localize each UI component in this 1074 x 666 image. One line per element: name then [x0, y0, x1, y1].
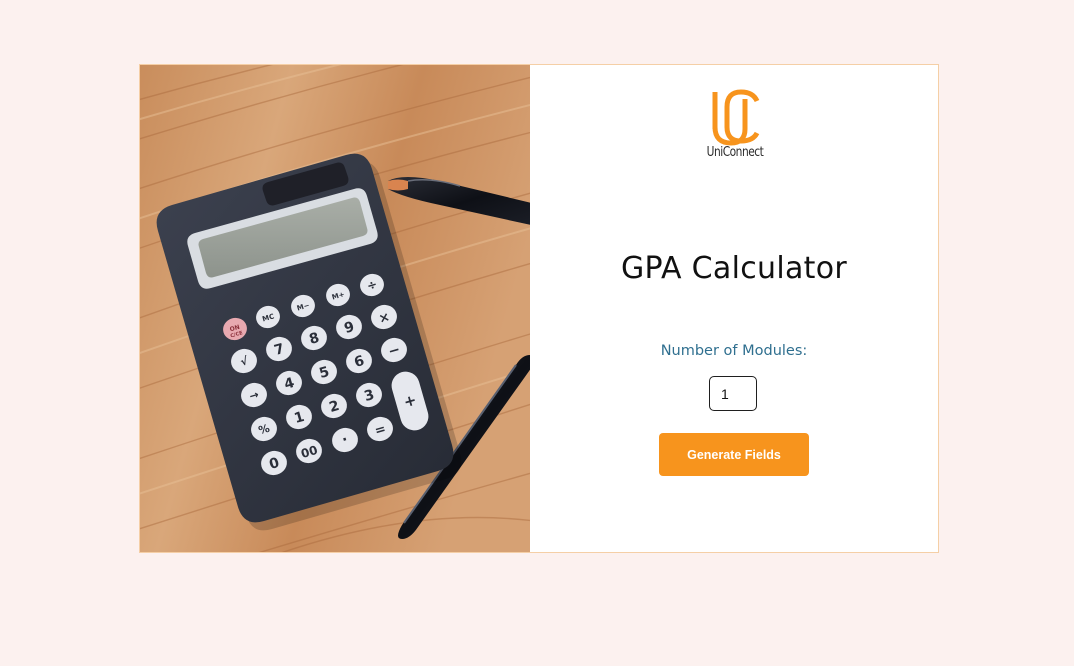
modules-count-input[interactable]	[709, 376, 757, 411]
uniconnect-logo: UniConnect	[692, 89, 778, 160]
uniconnect-logo-icon	[712, 89, 760, 146]
generate-fields-button[interactable]: Generate Fields	[659, 433, 809, 476]
brand-name: UniConnect	[706, 145, 764, 160]
page-title: GPA Calculator	[620, 251, 848, 286]
form-panel: UniConnect GPA Calculator Number of Modu…	[530, 65, 938, 552]
calculator-photo: ON C/CE MC M− M+ ÷ √ 7 8 9 × → 4 5 6 − % …	[140, 65, 530, 552]
gpa-calculator-card: ON C/CE MC M− M+ ÷ √ 7 8 9 × → 4 5 6 − % …	[139, 64, 939, 553]
modules-label: Number of Modules:	[660, 343, 808, 359]
